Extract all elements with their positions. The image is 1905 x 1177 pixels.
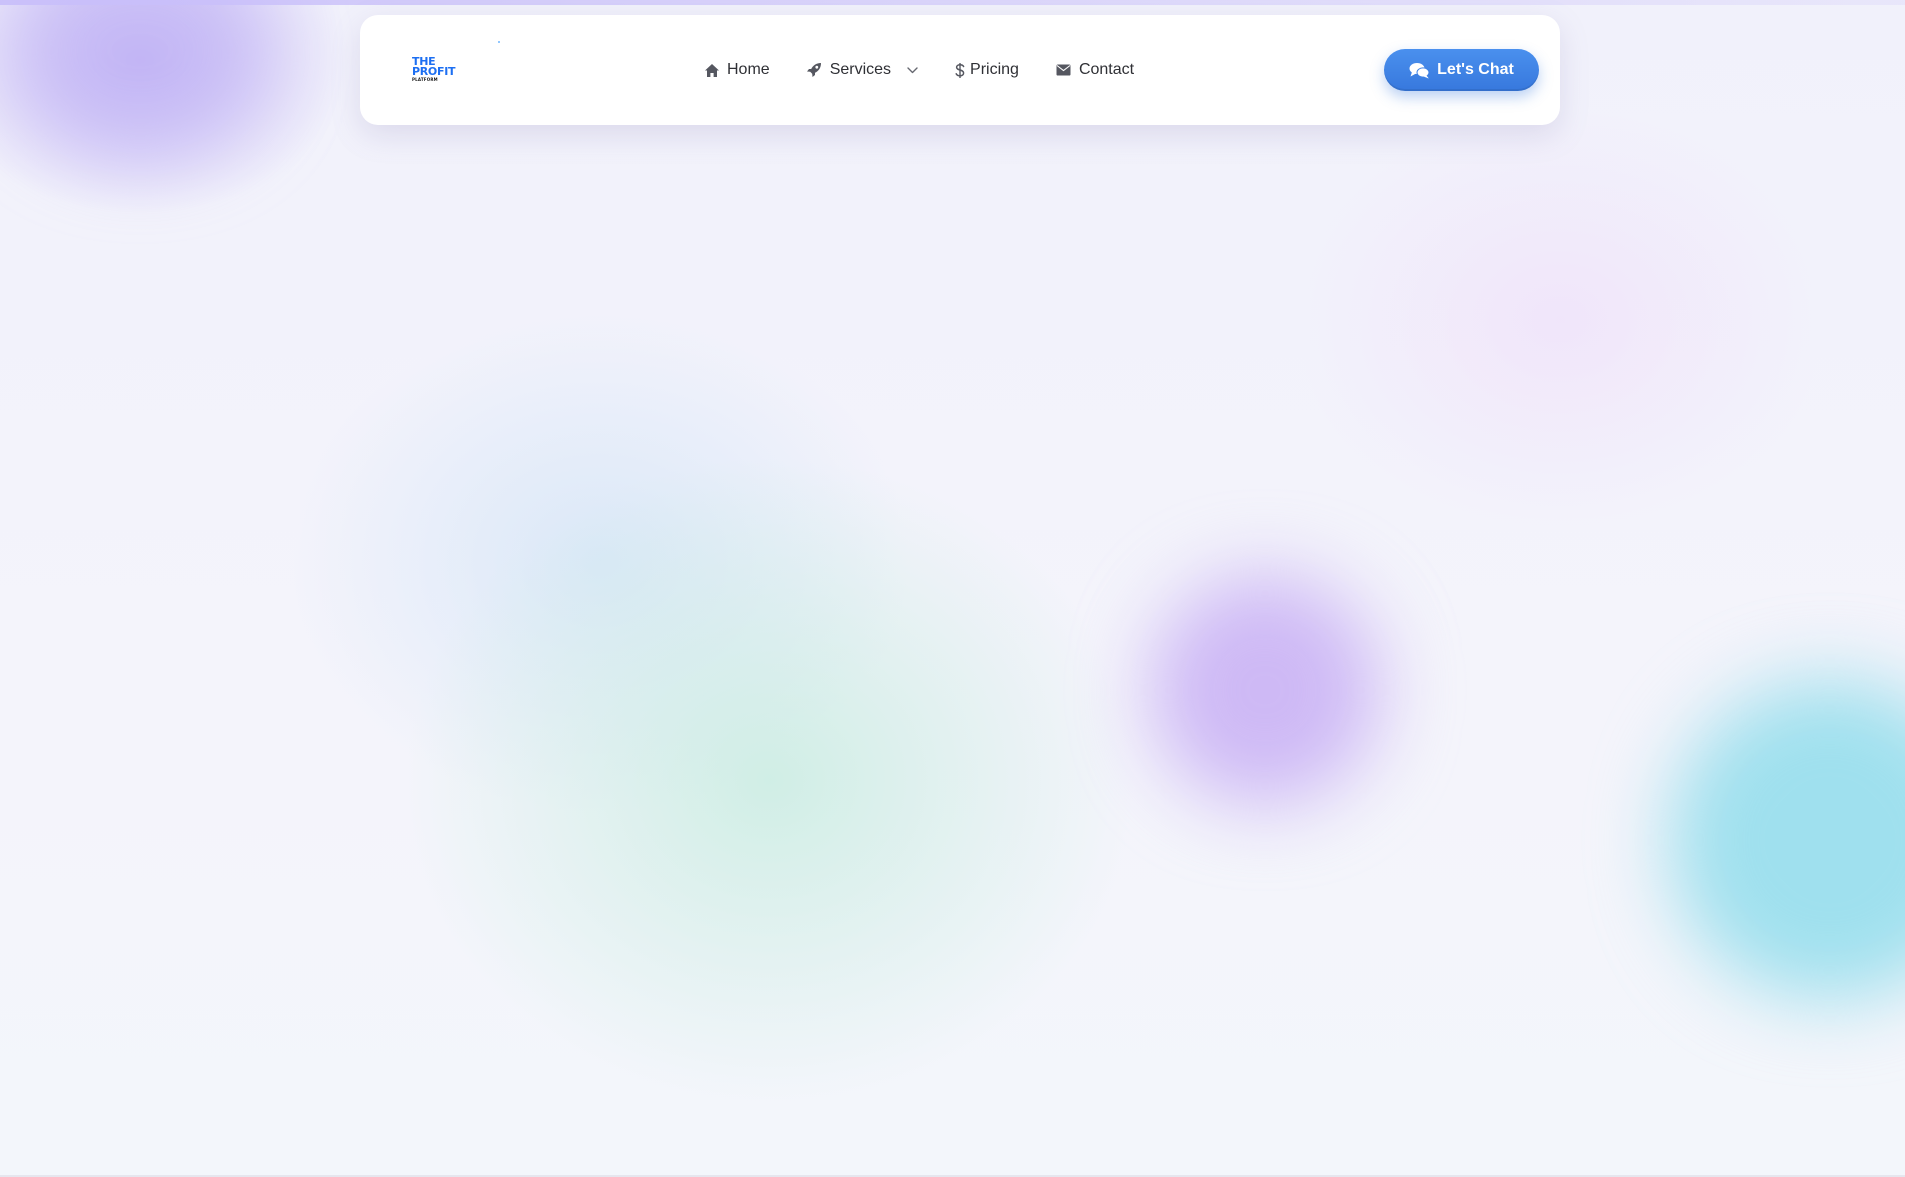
landing-page: THE PROFIT PLATFORM Home Services Pricin…	[0, 0, 1905, 1177]
envelope-icon	[1055, 62, 1072, 79]
rocket-icon	[806, 62, 823, 79]
logo-text-profit: PROFIT	[412, 65, 456, 78]
lets-chat-button[interactable]: Let's Chat	[1384, 49, 1539, 91]
chat-bubbles-icon	[1409, 62, 1430, 79]
nav-label-services: Services	[829, 61, 892, 78]
dollar-icon	[954, 62, 965, 79]
nav-item-home[interactable]: Home	[703, 54, 770, 86]
nav-item-contact[interactable]: Contact	[1055, 54, 1134, 86]
home-icon	[703, 62, 720, 79]
logo-accent-dot	[498, 41, 500, 43]
site-logo[interactable]: THE PROFIT PLATFORM	[412, 56, 472, 83]
navbar: THE PROFIT PLATFORM Home Services Pricin…	[360, 15, 1560, 125]
nav-label-contact: Contact	[1078, 61, 1135, 78]
nav-item-services[interactable]: Services	[806, 54, 918, 86]
gradient-background	[0, 0, 1905, 1177]
top-glow-bar	[0, 0, 1905, 5]
lets-chat-label: Let's Chat	[1437, 61, 1514, 78]
nav-label-home: Home	[727, 61, 770, 78]
nav-item-pricing[interactable]: Pricing	[954, 54, 1019, 86]
decorative-blob-purple	[1150, 575, 1380, 805]
chevron-down-icon[interactable]	[907, 66, 918, 74]
main-nav: Home Services Pricing Contact	[703, 54, 1170, 86]
nav-label-pricing: Pricing	[970, 61, 1019, 78]
